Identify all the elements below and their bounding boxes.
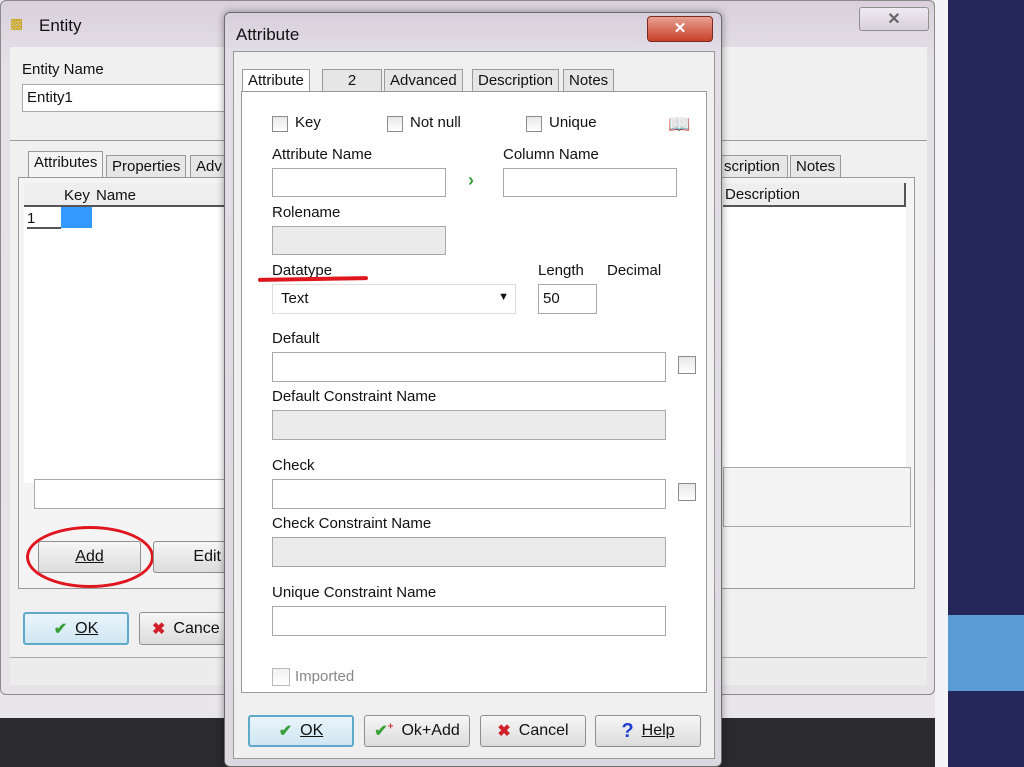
attribute-dialog-title: Attribute — [236, 25, 300, 44]
slide-accent-block — [948, 615, 1024, 691]
check-checkbox[interactable] — [678, 483, 696, 501]
ok-add-button[interactable]: ✔+ Ok+Add — [364, 715, 470, 747]
attribute-name-input[interactable] — [272, 168, 446, 197]
default-constraint-label: Default Constraint Name — [272, 388, 437, 405]
tab-attributes[interactable]: Attributes — [28, 151, 104, 179]
ok-button[interactable]: ✔ OK — [248, 715, 354, 747]
entity-icon: ▩ — [10, 15, 24, 31]
entity-cancel-button[interactable]: ✖ Cance — [139, 612, 229, 645]
grid-header-key[interactable]: Key — [64, 187, 90, 204]
unique-label: Unique — [549, 114, 597, 131]
length-input[interactable]: 50 — [538, 284, 597, 314]
edit-button[interactable]: Edit — [153, 541, 228, 573]
cancel-x-icon: ✖ — [152, 620, 166, 638]
entity-window-title: Entity — [39, 16, 82, 35]
key-checkbox[interactable] — [272, 116, 288, 132]
book-icon[interactable]: 📖 — [668, 114, 690, 135]
default-constraint-input[interactable] — [272, 410, 666, 440]
attribute-name-label: Attribute Name — [272, 146, 373, 163]
attributes-grid[interactable]: Key Name 1 — [24, 183, 224, 483]
imported-label: Imported — [295, 668, 355, 685]
check-label: Check — [272, 457, 315, 474]
tab-description[interactable]: scription — [718, 155, 788, 177]
description-field[interactable] — [723, 467, 911, 527]
unique-constraint-label: Unique Constraint Name — [272, 584, 437, 601]
cancel-label: Cancel — [518, 722, 569, 739]
dialog-close-button[interactable]: ✕ — [647, 16, 713, 42]
close-icon: ✕ — [887, 11, 901, 28]
background-strip — [935, 0, 948, 767]
grid-edit-field[interactable] — [34, 479, 226, 509]
not-null-checkbox[interactable] — [387, 116, 403, 132]
default-input[interactable] — [272, 352, 666, 382]
column-name-input[interactable] — [503, 168, 677, 197]
close-icon: ✕ — [673, 20, 687, 37]
cancel-x-icon: ✖ — [497, 723, 511, 740]
default-checkbox[interactable] — [678, 356, 696, 374]
grid-header-name[interactable]: Name — [96, 187, 136, 204]
key-label: Key — [295, 114, 321, 131]
datatype-select[interactable]: Text ▼ — [272, 284, 516, 314]
column-name-label: Column Name — [503, 146, 599, 163]
chevron-down-icon: ▼ — [498, 291, 509, 303]
grid-cell-key-selected[interactable] — [61, 207, 92, 228]
tab-notes[interactable]: Notes — [563, 69, 615, 91]
tab-notes[interactable]: Notes — [790, 155, 842, 177]
check-constraint-input[interactable] — [272, 537, 666, 567]
check-add-icon: ✔+ — [374, 721, 394, 740]
tab-properties[interactable]: Properties — [106, 155, 187, 177]
tab-description[interactable]: Description — [472, 69, 560, 91]
imported-checkbox[interactable] — [272, 668, 290, 686]
help-button[interactable]: ? Help — [595, 715, 701, 747]
ok-add-label: Ok+Add — [401, 722, 460, 739]
cancel-label: Cance — [173, 619, 220, 637]
help-question-icon: ? — [621, 719, 634, 742]
help-label: Help — [641, 722, 675, 739]
check-icon: ✔ — [53, 620, 68, 638]
datatype-value: Text — [281, 290, 309, 307]
entity-name-input[interactable]: Entity1 — [22, 84, 232, 112]
annotation-circle — [26, 526, 154, 588]
check-constraint-label: Check Constraint Name — [272, 515, 432, 532]
unique-checkbox[interactable] — [526, 116, 542, 132]
rolename-label: Rolename — [272, 204, 341, 221]
attribute-dialog: Attribute ✕ Attribute 2 Advanced Descrip… — [224, 12, 722, 767]
entity-name-value: Entity1 — [27, 89, 73, 106]
tab-advanced[interactable]: Adv — [190, 155, 226, 177]
check-input[interactable] — [272, 479, 666, 509]
ok-label: OK — [300, 722, 324, 739]
rolename-input[interactable] — [272, 226, 446, 255]
attribute-tab-panel: Key Not null Unique 📖 Attribute Name › C… — [241, 91, 707, 693]
grid-row-number: 1 — [27, 210, 61, 229]
check-icon: ✔ — [278, 723, 293, 740]
default-label: Default — [272, 330, 320, 347]
ok-label: OK — [75, 619, 99, 637]
length-label: Length — [538, 262, 584, 279]
unique-constraint-input[interactable] — [272, 606, 666, 636]
entity-ok-button[interactable]: ✔ OK — [23, 612, 129, 645]
grid-header-description[interactable]: Description — [723, 183, 906, 207]
length-value: 50 — [543, 290, 560, 307]
annotation-underline — [257, 276, 369, 282]
close-button[interactable]: ✕ — [859, 7, 929, 31]
tab-advanced[interactable]: Advanced — [384, 69, 463, 91]
entity-name-label: Entity Name — [22, 61, 104, 78]
tab-2[interactable]: 2 — [322, 69, 382, 91]
chevron-right-icon[interactable]: › — [468, 170, 474, 191]
cancel-button[interactable]: ✖ Cancel — [480, 715, 586, 747]
not-null-label: Not null — [410, 114, 461, 131]
decimal-label: Decimal — [607, 262, 662, 279]
